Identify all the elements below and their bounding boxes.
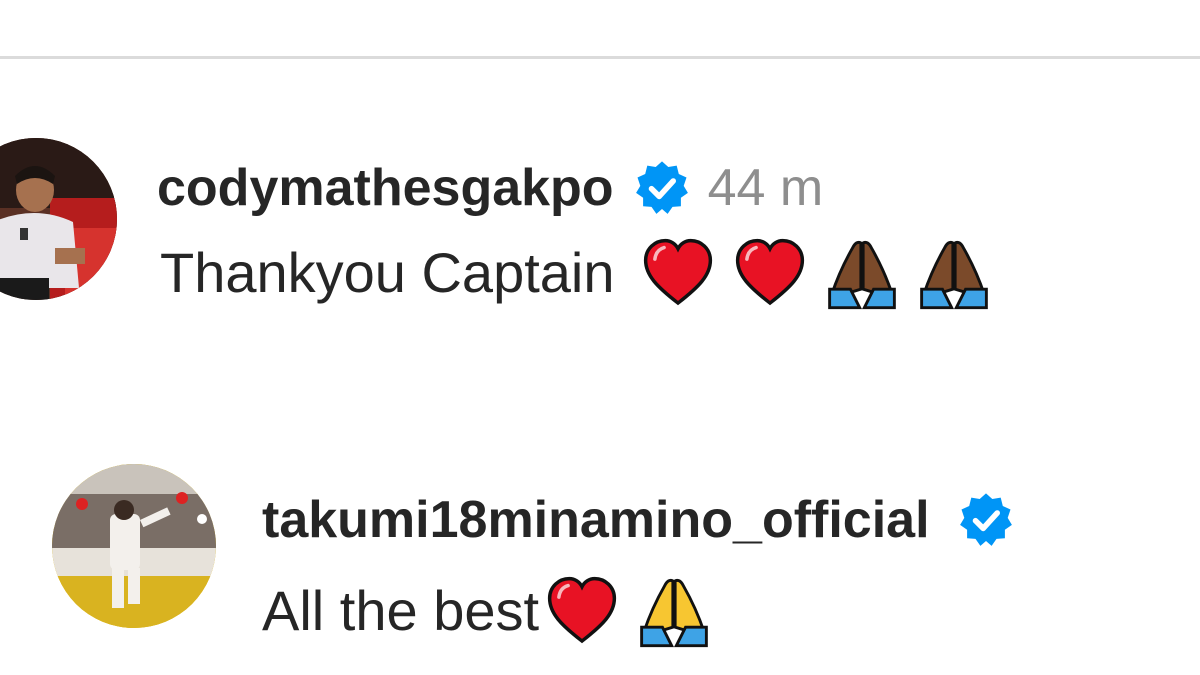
comment-body: Thankyou Captain bbox=[160, 236, 991, 310]
red-heart-icon bbox=[641, 236, 715, 310]
comment-text: Thankyou Captain bbox=[160, 241, 615, 304]
comment-header: codymathesgakpo 44 m bbox=[157, 160, 823, 216]
comment-item: codymathesgakpo 44 m Thankyou Captain bbox=[0, 0, 1200, 340]
folded-hands-light-icon bbox=[637, 574, 711, 648]
folded-hands-dark-icon bbox=[825, 236, 899, 310]
verified-badge-icon bbox=[958, 492, 1014, 548]
avatar[interactable] bbox=[52, 464, 216, 628]
avatar-photo bbox=[52, 464, 216, 628]
comment-header: takumi18minamino_official bbox=[262, 492, 1014, 548]
comment-time[interactable]: 44 m bbox=[708, 162, 824, 214]
folded-hands-dark-icon bbox=[917, 236, 991, 310]
username-link[interactable]: codymathesgakpo bbox=[157, 162, 614, 214]
verified-badge-icon bbox=[634, 160, 690, 216]
comment-item: takumi18minamino_official All the best bbox=[0, 340, 1200, 675]
comment-text: All the best bbox=[262, 579, 540, 642]
red-heart-icon bbox=[733, 236, 807, 310]
comment-body: All the best bbox=[262, 574, 711, 648]
avatar[interactable] bbox=[0, 138, 117, 300]
username-link[interactable]: takumi18minamino_official bbox=[262, 494, 930, 546]
comments-panel: codymathesgakpo 44 m Thankyou Captain ta… bbox=[0, 0, 1200, 675]
red-heart-icon bbox=[545, 574, 619, 648]
avatar-photo bbox=[0, 138, 117, 300]
